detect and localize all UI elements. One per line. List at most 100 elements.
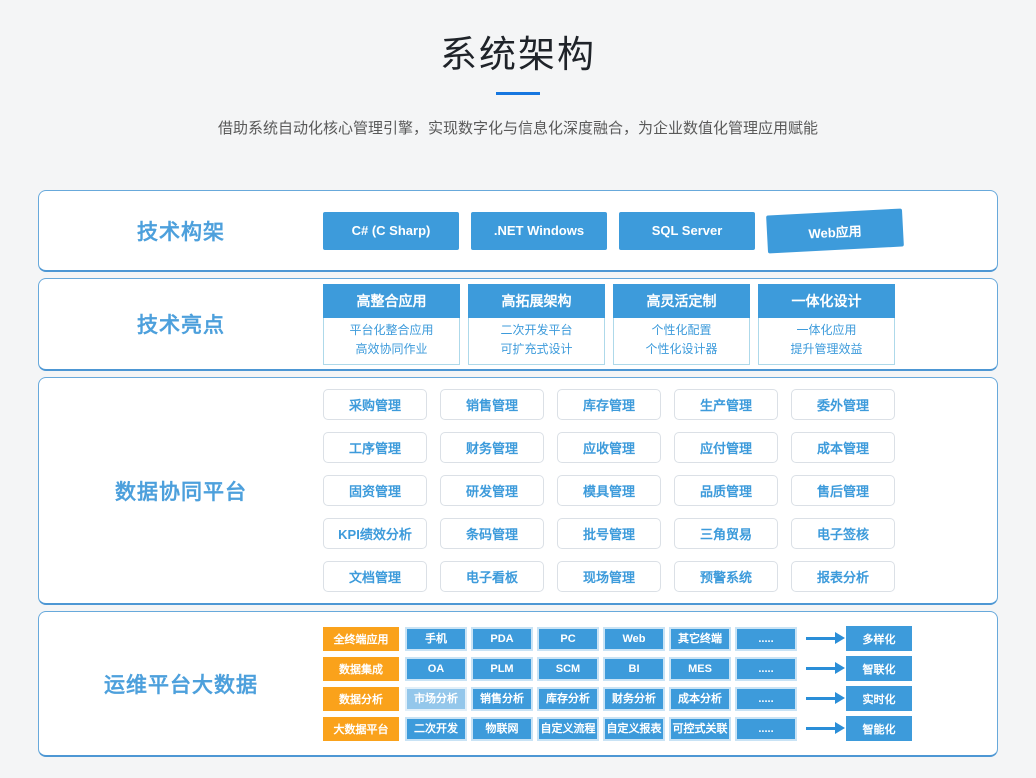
bigdata-item-button[interactable]: 自定义报表 [603, 717, 665, 741]
arrow-right-icon [806, 697, 836, 700]
module-button[interactable]: 固资管理 [323, 475, 427, 506]
tech-stack-buttons: C# (C Sharp) .NET Windows SQL Server Web… [323, 212, 903, 250]
arrow-right-icon [806, 667, 836, 670]
module-button[interactable]: 报表分析 [791, 561, 895, 592]
highlight-card-body: 平台化整合应用 高效协同作业 [323, 318, 460, 365]
arrow-right-icon [806, 727, 836, 730]
bigdata-item-button[interactable]: 成本分析 [669, 687, 731, 711]
highlight-cards: 高整合应用 平台化整合应用 高效协同作业 高拓展架构 二次开发平台 可扩充式设计… [323, 284, 895, 365]
highlight-card-title: 高灵活定制 [613, 284, 750, 318]
bigdata-result-button[interactable]: 多样化 [846, 626, 912, 651]
module-button[interactable]: 条码管理 [440, 518, 544, 549]
bigdata-row-analysis: 数据分析 市场分析 销售分析 库存分析 财务分析 成本分析 ..... 实时化 [323, 686, 912, 711]
bigdata-item-button[interactable]: 销售分析 [471, 687, 533, 711]
highlight-card-line: 个性化配置 [614, 321, 749, 340]
bigdata-item-button[interactable]: OA [405, 657, 467, 681]
module-button[interactable]: 电子看板 [440, 561, 544, 592]
bigdata-item-button[interactable]: 物联网 [471, 717, 533, 741]
system-architecture-page: 系统架构 借助系统自动化核心管理引擎，实现数字化与信息化深度融合，为企业数值化管… [0, 0, 1036, 778]
bigdata-item-button[interactable]: ..... [735, 657, 797, 681]
highlight-card-body: 一体化应用 提升管理效益 [758, 318, 895, 365]
page-title: 系统架构 [0, 24, 1036, 78]
module-button[interactable]: 应收管理 [557, 432, 661, 463]
bigdata-item-button[interactable]: MES [669, 657, 731, 681]
bigdata-item-button[interactable]: 可控式关联 [669, 717, 731, 741]
platform-module-grid: 采购管理 销售管理 库存管理 生产管理 委外管理 工序管理 财务管理 应收管理 … [323, 389, 895, 592]
module-button[interactable]: 品质管理 [674, 475, 778, 506]
highlight-card-line: 提升管理效益 [759, 340, 894, 359]
highlight-card-line: 可扩充式设计 [469, 340, 604, 359]
tech-button-sql-server[interactable]: SQL Server [619, 212, 755, 250]
bigdata-item-button[interactable]: ..... [735, 717, 797, 741]
highlight-card-title: 高拓展架构 [468, 284, 605, 318]
section-platform: 数据协同平台 采购管理 销售管理 库存管理 生产管理 委外管理 工序管理 财务管… [38, 377, 998, 605]
module-button[interactable]: 应付管理 [674, 432, 778, 463]
title-underline [496, 92, 540, 95]
highlight-card-line: 二次开发平台 [469, 321, 604, 340]
module-button[interactable]: 模具管理 [557, 475, 661, 506]
module-button[interactable]: 工序管理 [323, 432, 427, 463]
page-header: 系统架构 借助系统自动化核心管理引擎，实现数字化与信息化深度融合，为企业数值化管… [0, 0, 1036, 138]
bigdata-item-button[interactable]: SCM [537, 657, 599, 681]
module-button[interactable]: 批号管理 [557, 518, 661, 549]
category-chip: 全终端应用 [323, 627, 399, 651]
module-button[interactable]: 研发管理 [440, 475, 544, 506]
bigdata-item-button[interactable]: 二次开发 [405, 717, 467, 741]
section-tech-stack-label: 技术构架 [39, 216, 323, 246]
tech-button-web-app[interactable]: Web应用 [766, 208, 904, 253]
bigdata-result-button[interactable]: 实时化 [846, 686, 912, 711]
bigdata-item-button[interactable]: PLM [471, 657, 533, 681]
bigdata-item-button[interactable]: BI [603, 657, 665, 681]
bigdata-item-button[interactable]: 其它终端 [669, 627, 731, 651]
bigdata-item-button[interactable]: 财务分析 [603, 687, 665, 711]
bigdata-row-terminals: 全终端应用 手机 PDA PC Web 其它终端 ..... 多样化 [323, 626, 912, 651]
tech-button-dotnet-windows[interactable]: .NET Windows [471, 212, 607, 250]
section-bigdata: 运维平台大数据 全终端应用 手机 PDA PC Web 其它终端 ..... 多… [38, 611, 998, 757]
module-button[interactable]: 三角贸易 [674, 518, 778, 549]
module-button[interactable]: 电子签核 [791, 518, 895, 549]
module-button[interactable]: 委外管理 [791, 389, 895, 420]
module-button[interactable]: 财务管理 [440, 432, 544, 463]
module-button[interactable]: 生产管理 [674, 389, 778, 420]
bigdata-rows: 全终端应用 手机 PDA PC Web 其它终端 ..... 多样化 数据集成 … [323, 626, 912, 741]
module-button[interactable]: 现场管理 [557, 561, 661, 592]
section-highlights-label: 技术亮点 [39, 309, 323, 339]
page-subtitle: 借助系统自动化核心管理引擎，实现数字化与信息化深度融合，为企业数值化管理应用赋能 [0, 117, 1036, 138]
bigdata-item-button[interactable]: 自定义流程 [537, 717, 599, 741]
category-chip: 大数据平台 [323, 717, 399, 741]
highlight-card: 高整合应用 平台化整合应用 高效协同作业 [323, 284, 460, 365]
bigdata-row-platform: 大数据平台 二次开发 物联网 自定义流程 自定义报表 可控式关联 ..... 智… [323, 716, 912, 741]
highlight-card-title: 一体化设计 [758, 284, 895, 318]
module-button[interactable]: 销售管理 [440, 389, 544, 420]
module-button[interactable]: 成本管理 [791, 432, 895, 463]
bigdata-item-button[interactable]: 库存分析 [537, 687, 599, 711]
bigdata-item-button[interactable]: PDA [471, 627, 533, 651]
panels-container: 技术构架 C# (C Sharp) .NET Windows SQL Serve… [38, 190, 998, 757]
module-button[interactable]: 预警系统 [674, 561, 778, 592]
bigdata-item-button[interactable]: Web [603, 627, 665, 651]
module-button[interactable]: 文档管理 [323, 561, 427, 592]
bigdata-item-button[interactable]: 手机 [405, 627, 467, 651]
highlight-card-title: 高整合应用 [323, 284, 460, 318]
tech-button-csharp[interactable]: C# (C Sharp) [323, 212, 459, 250]
module-button[interactable]: 采购管理 [323, 389, 427, 420]
highlight-card-line: 高效协同作业 [324, 340, 459, 359]
arrow-right-icon [806, 637, 836, 640]
module-button[interactable]: 售后管理 [791, 475, 895, 506]
module-button[interactable]: 库存管理 [557, 389, 661, 420]
module-button[interactable]: KPI绩效分析 [323, 518, 427, 549]
bigdata-item-button[interactable]: ..... [735, 687, 797, 711]
section-platform-label: 数据协同平台 [39, 476, 323, 506]
bigdata-item-button[interactable]: 市场分析 [405, 687, 467, 711]
category-chip: 数据集成 [323, 657, 399, 681]
bigdata-item-button[interactable]: PC [537, 627, 599, 651]
highlight-card-line: 个性化设计器 [614, 340, 749, 359]
bigdata-result-button[interactable]: 智联化 [846, 656, 912, 681]
highlight-card: 一体化设计 一体化应用 提升管理效益 [758, 284, 895, 365]
highlight-card: 高灵活定制 个性化配置 个性化设计器 [613, 284, 750, 365]
highlight-card-body: 个性化配置 个性化设计器 [613, 318, 750, 365]
bigdata-item-button[interactable]: ..... [735, 627, 797, 651]
bigdata-result-button[interactable]: 智能化 [846, 716, 912, 741]
highlight-card-line: 一体化应用 [759, 321, 894, 340]
section-bigdata-label: 运维平台大数据 [39, 669, 323, 699]
